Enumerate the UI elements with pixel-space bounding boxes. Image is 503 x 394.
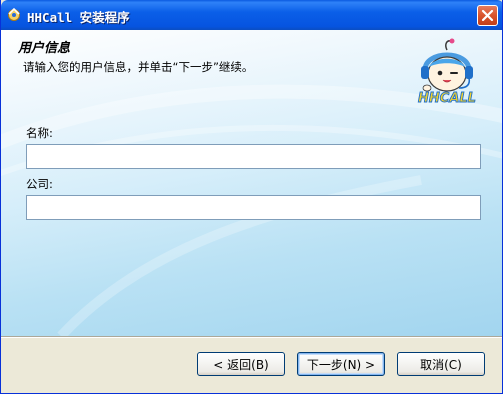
logo-text: HHCALL [418,91,476,106]
company-label: 公司: [26,177,53,191]
title-bar[interactable]: HHCall 安装程序 [1,0,502,30]
close-button[interactable] [477,5,498,26]
window-title: HHCall 安装程序 [27,10,130,25]
wizard-page: 用户信息 请输入您的用户信息，并单击“下一步”继续。 HHCALL 名称: 公司… [1,30,502,336]
installer-app-icon [8,7,20,21]
next-button[interactable]: 下一步(N) > [297,352,385,376]
name-input[interactable] [26,144,481,169]
cancel-button[interactable]: 取消(C) [397,352,485,376]
hhcall-logo-icon: HHCALL [418,38,476,106]
page-title: 用户信息 [18,41,71,56]
name-label: 名称: [26,126,53,140]
close-icon [481,9,494,22]
back-button[interactable]: < 返回(B) [197,352,285,376]
page-description: 请输入您的用户信息，并单击“下一步”继续。 [23,60,254,74]
company-input[interactable] [26,195,481,220]
installer-window: HHCall 安装程序 用户信息 请输入您的用户信息，并单击“下一步”继续。 H… [0,0,503,394]
footer-divider [1,336,502,338]
